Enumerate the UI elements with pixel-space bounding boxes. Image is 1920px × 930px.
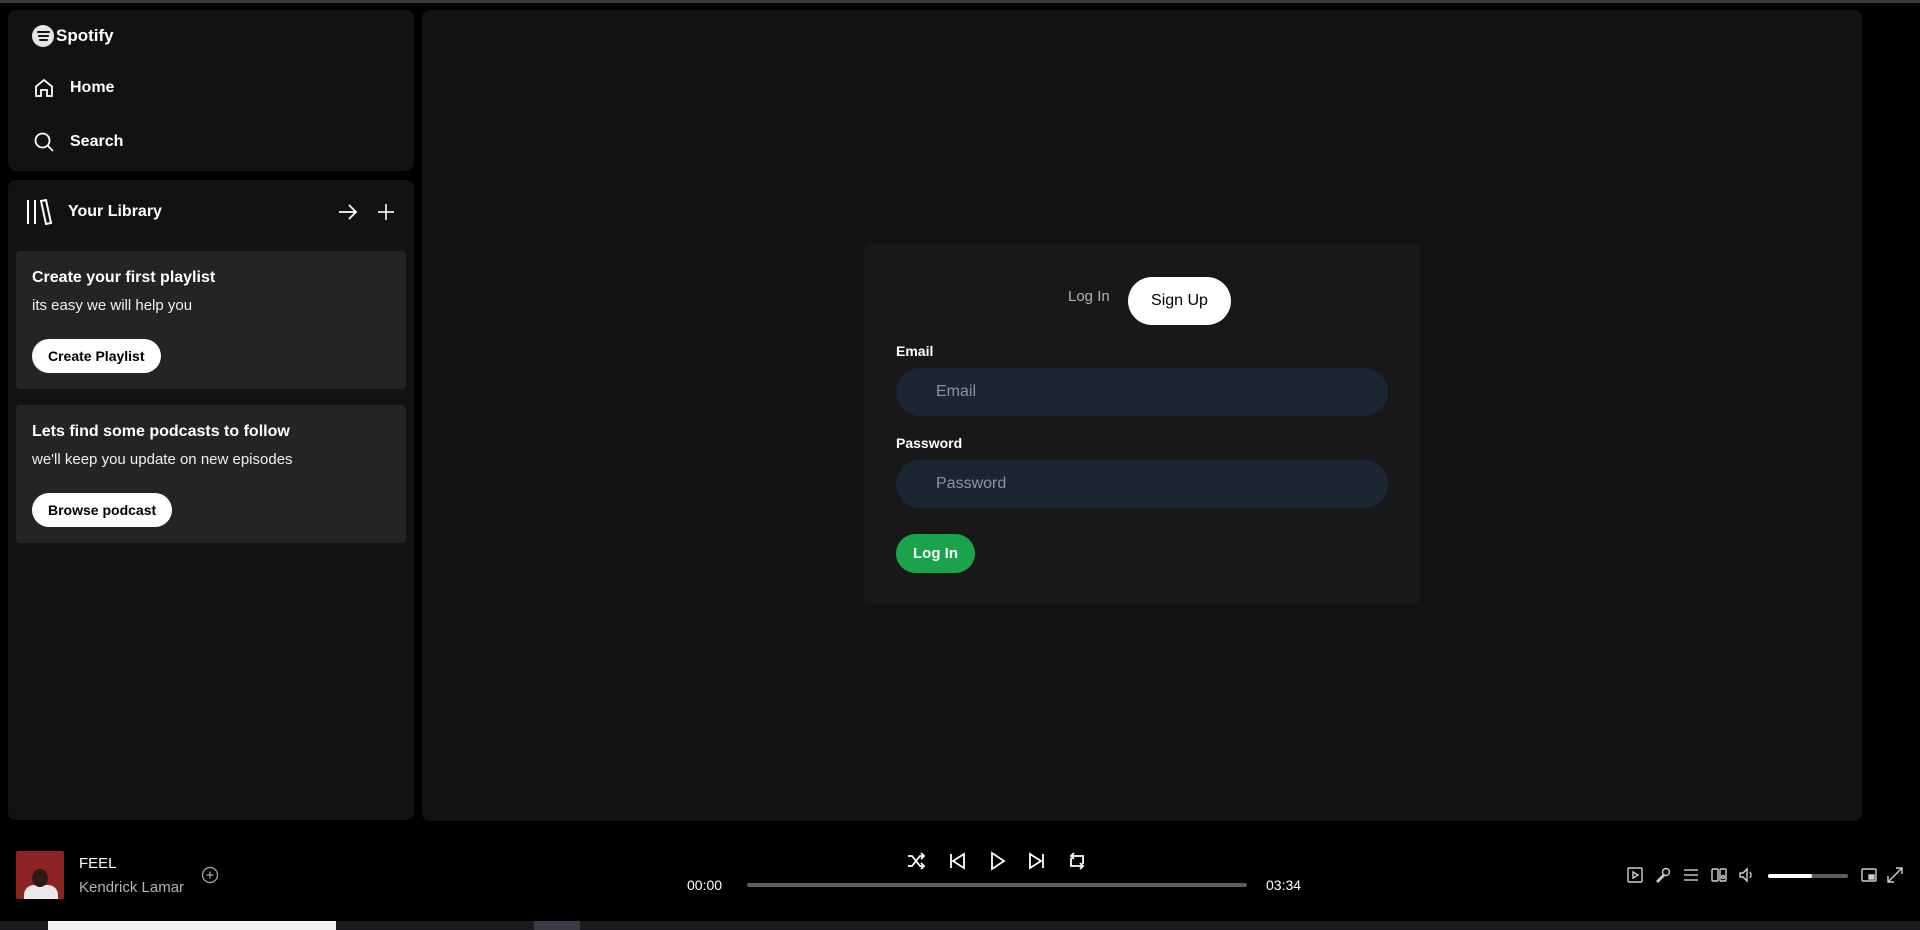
email-label: Email [896, 343, 934, 359]
password-label: Password [896, 435, 963, 451]
play-icon[interactable] [986, 850, 1008, 872]
plus-icon[interactable] [374, 200, 398, 224]
album-art[interactable] [16, 851, 64, 899]
queue-icon[interactable] [1682, 866, 1700, 884]
search-icon [34, 132, 54, 152]
volume-icon[interactable] [1738, 866, 1756, 884]
sidebar-item-home[interactable]: Home [32, 76, 114, 100]
previous-track-icon[interactable] [946, 850, 968, 872]
password-field[interactable] [896, 460, 1388, 508]
create-playlist-card: Create your first playlist its easy we w… [16, 251, 406, 389]
home-icon [35, 78, 53, 97]
browse-podcast-card: Lets find some podcasts to follow we'll … [16, 405, 406, 543]
spotify-logo-icon [32, 25, 54, 47]
add-to-library-icon[interactable] [201, 866, 219, 884]
card-subtitle: its easy we will help you [32, 297, 193, 314]
now-playing-view-icon[interactable] [1626, 866, 1644, 884]
duration: 03:34 [1266, 877, 1302, 893]
next-track-icon[interactable] [1026, 850, 1048, 872]
browse-podcast-button[interactable]: Browse podcast [32, 493, 173, 527]
library-header: Your Library [24, 196, 398, 228]
sidebar-nav: Spotify Home Search [8, 10, 414, 171]
login-button[interactable]: Log In [896, 534, 975, 573]
card-subtitle: we'll keep you update on new episodes [32, 451, 293, 468]
arrow-right-icon[interactable] [336, 200, 360, 224]
window-top-border [0, 0, 1920, 3]
track-artist[interactable]: Kendrick Lamar [79, 879, 184, 896]
fullscreen-icon[interactable] [1886, 866, 1904, 884]
progress-bar[interactable] [747, 883, 1247, 887]
lyrics-icon[interactable] [1654, 866, 1672, 884]
auth-card: Log In Sign Up Email Password Log In [864, 244, 1420, 604]
current-time: 00:00 [687, 877, 723, 893]
create-playlist-button[interactable]: Create Playlist [32, 339, 161, 373]
spotify-logo[interactable]: Spotify [32, 25, 114, 47]
volume-slider[interactable] [1768, 874, 1848, 878]
sidebar-item-search[interactable]: Search [32, 130, 123, 154]
connect-device-icon[interactable] [1710, 866, 1728, 884]
library-panel: Your Library Create your first playlist … [8, 180, 414, 820]
app-name: Spotify [56, 26, 114, 45]
tab-signup[interactable]: Sign Up [1128, 277, 1231, 325]
sidebar-item-label: Home [70, 79, 115, 96]
taskbar-active-app[interactable] [534, 921, 580, 930]
track-title[interactable]: FEEL [79, 855, 117, 872]
tab-login[interactable]: Log In [1068, 288, 1110, 305]
library-title: Your Library [68, 203, 162, 220]
main-content: Log In Sign Up Email Password Log In [422, 10, 1862, 821]
email-field[interactable] [896, 368, 1388, 416]
sidebar-item-label: Search [70, 133, 124, 150]
card-title: Lets find some podcasts to follow [32, 423, 290, 440]
miniplayer-icon[interactable] [1860, 866, 1878, 884]
card-title: Create your first playlist [32, 269, 216, 286]
taskbar-window[interactable] [48, 921, 336, 930]
shuffle-icon[interactable] [905, 850, 927, 872]
library-icon[interactable] [24, 197, 54, 227]
repeat-icon[interactable] [1066, 850, 1088, 872]
volume-fill [1768, 874, 1812, 878]
